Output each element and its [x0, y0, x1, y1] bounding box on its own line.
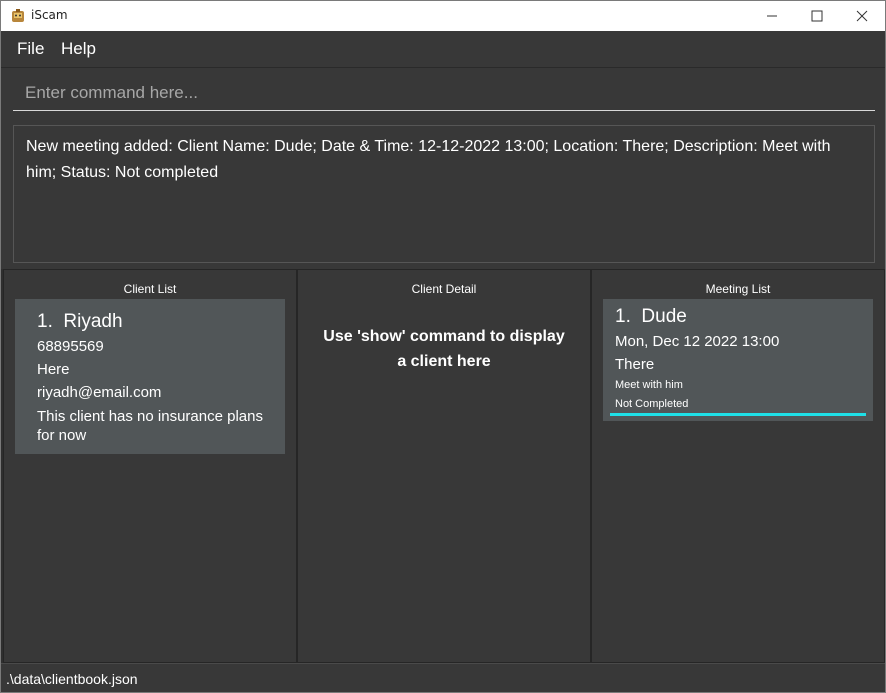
- selection-underline: [610, 413, 866, 416]
- client-list-panel[interactable]: Client List 1. Riyadh 68895569 Here riya…: [3, 269, 297, 663]
- client-email: riyadh@email.com: [37, 384, 162, 401]
- meeting-card[interactable]: 1. Dude Mon, Dec 12 2022 13:00 There Mee…: [603, 299, 873, 421]
- client-detail-panel[interactable]: Client Detail Use 'show' command to disp…: [297, 269, 591, 663]
- data-file-path: .\data\clientbook.json: [6, 671, 138, 687]
- close-icon: [856, 10, 868, 22]
- menu-help[interactable]: Help: [61, 39, 96, 59]
- minimize-button[interactable]: [749, 1, 795, 31]
- maximize-icon: [811, 10, 823, 22]
- meeting-datetime: Mon, Dec 12 2022 13:00: [615, 333, 780, 350]
- window-title: iScam: [31, 8, 68, 22]
- meeting-card-heading: 1. Dude: [615, 306, 687, 328]
- menu-bar: File Help: [1, 31, 885, 68]
- client-detail-title: Client Detail: [411, 282, 477, 296]
- client-card[interactable]: 1. Riyadh 68895569 Here riyadh@email.com…: [15, 299, 285, 454]
- panels-area: Client List 1. Riyadh 68895569 Here riya…: [1, 269, 885, 663]
- client-phone: 68895569: [37, 338, 104, 355]
- command-input[interactable]: [13, 75, 875, 111]
- meeting-location: There: [615, 356, 655, 373]
- title-bar[interactable]: iScam: [1, 1, 885, 31]
- client-card-heading: 1. Riyadh: [37, 311, 123, 333]
- client-name: Riyadh: [63, 311, 123, 332]
- result-display[interactable]: New meeting added: Client Name: Dude; Da…: [13, 125, 875, 263]
- app-logo-icon: [12, 9, 24, 22]
- client-list-title: Client List: [123, 282, 177, 296]
- meeting-name: Dude: [641, 306, 687, 327]
- maximize-button[interactable]: [794, 1, 840, 31]
- meeting-list-title: Meeting List: [705, 282, 771, 296]
- meeting-list-panel[interactable]: Meeting List 1. Dude Mon, Dec 12 2022 13…: [591, 269, 885, 663]
- close-button[interactable]: [839, 1, 885, 31]
- menu-file[interactable]: File: [17, 39, 44, 59]
- meeting-description: Meet with him: [615, 379, 683, 391]
- meeting-status: Not Completed: [615, 398, 689, 410]
- minimize-icon: [767, 15, 777, 17]
- client-detail-placeholder: Use 'show' command to display a client h…: [323, 328, 565, 370]
- app-window: iScam File Help New meeting added: Clien…: [0, 0, 886, 693]
- client-index: 1.: [37, 311, 53, 332]
- result-message: New meeting added: Client Name: Dude; Da…: [26, 138, 831, 181]
- client-address: Here: [37, 361, 70, 378]
- client-plans: This client has no insurance plans for n…: [37, 408, 263, 444]
- meeting-index: 1.: [615, 306, 631, 327]
- status-bar: .\data\clientbook.json: [1, 663, 885, 692]
